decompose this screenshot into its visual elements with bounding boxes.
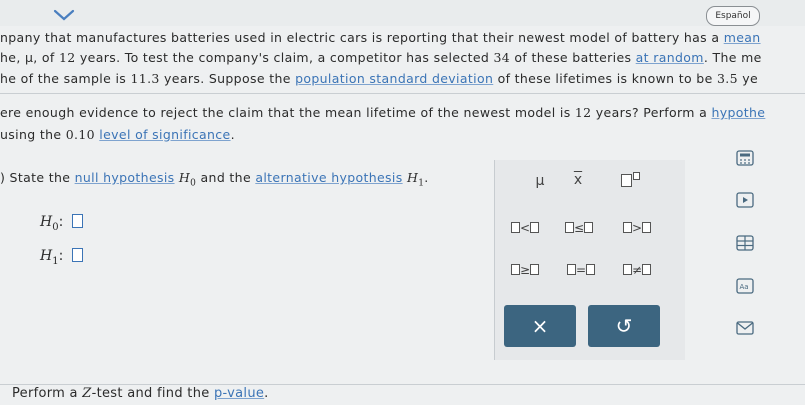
h1-answer-box[interactable] — [71, 248, 83, 262]
at-random-link[interactable]: at random — [636, 50, 704, 65]
divider — [0, 93, 805, 94]
xbar-button[interactable]: x — [553, 172, 603, 188]
equal-button[interactable]: = — [556, 263, 606, 277]
hypothesis-test-link[interactable]: hypothe — [711, 105, 765, 120]
alternative-hypothesis-link[interactable]: alternative hypothesis — [255, 170, 402, 185]
table-icon[interactable] — [736, 235, 754, 251]
problem-line-1: npany that manufactures batteries used i… — [0, 30, 761, 45]
greater-equal-button[interactable]: ≥ — [500, 263, 550, 277]
problem-line-2: he, μ, of 12 years. To test the company'… — [0, 50, 762, 65]
population-sd-link[interactable]: population standard deviation — [295, 71, 493, 86]
problem-line-3: he of the sample is 11.3 years. Suppose … — [0, 71, 759, 86]
language-button[interactable]: Español — [706, 6, 760, 26]
not-equal-button[interactable]: ≠ — [612, 263, 662, 277]
part-a-prompt: ) State the null hypothesis H0 and the a… — [0, 170, 429, 189]
h0-answer-box[interactable] — [71, 214, 83, 228]
clear-button[interactable]: × — [504, 305, 576, 347]
mean-link[interactable]: mean — [724, 30, 761, 45]
h1-row: H1: — [40, 248, 83, 267]
play-icon[interactable] — [736, 192, 754, 208]
svg-text:Aa: Aa — [740, 283, 749, 291]
mail-icon[interactable] — [736, 320, 754, 336]
problem-line-4: ere enough evidence to reject the claim … — [0, 105, 766, 120]
less-equal-button[interactable]: ≤ — [554, 221, 604, 235]
level-of-significance-link[interactable]: level of significance — [99, 127, 230, 142]
null-hypothesis-link[interactable]: null hypothesis — [75, 170, 175, 185]
calculator-icon[interactable] — [736, 150, 754, 166]
part-b-prompt: Perform a Z-test and find the p-value. — [0, 384, 805, 405]
chevron-down-icon[interactable] — [52, 8, 76, 22]
less-than-button[interactable]: < — [500, 221, 550, 235]
problem-line-5: using the 0.10 level of significance. — [0, 127, 235, 142]
undo-button[interactable]: ↺ — [588, 305, 660, 347]
superscript-button[interactable] — [605, 172, 655, 189]
text-aa-icon[interactable]: Aa — [736, 278, 754, 294]
top-bar — [0, 0, 805, 26]
h0-row: H0: — [40, 214, 83, 233]
greater-than-button[interactable]: > — [612, 221, 662, 235]
p-value-link[interactable]: p-value — [214, 386, 264, 401]
